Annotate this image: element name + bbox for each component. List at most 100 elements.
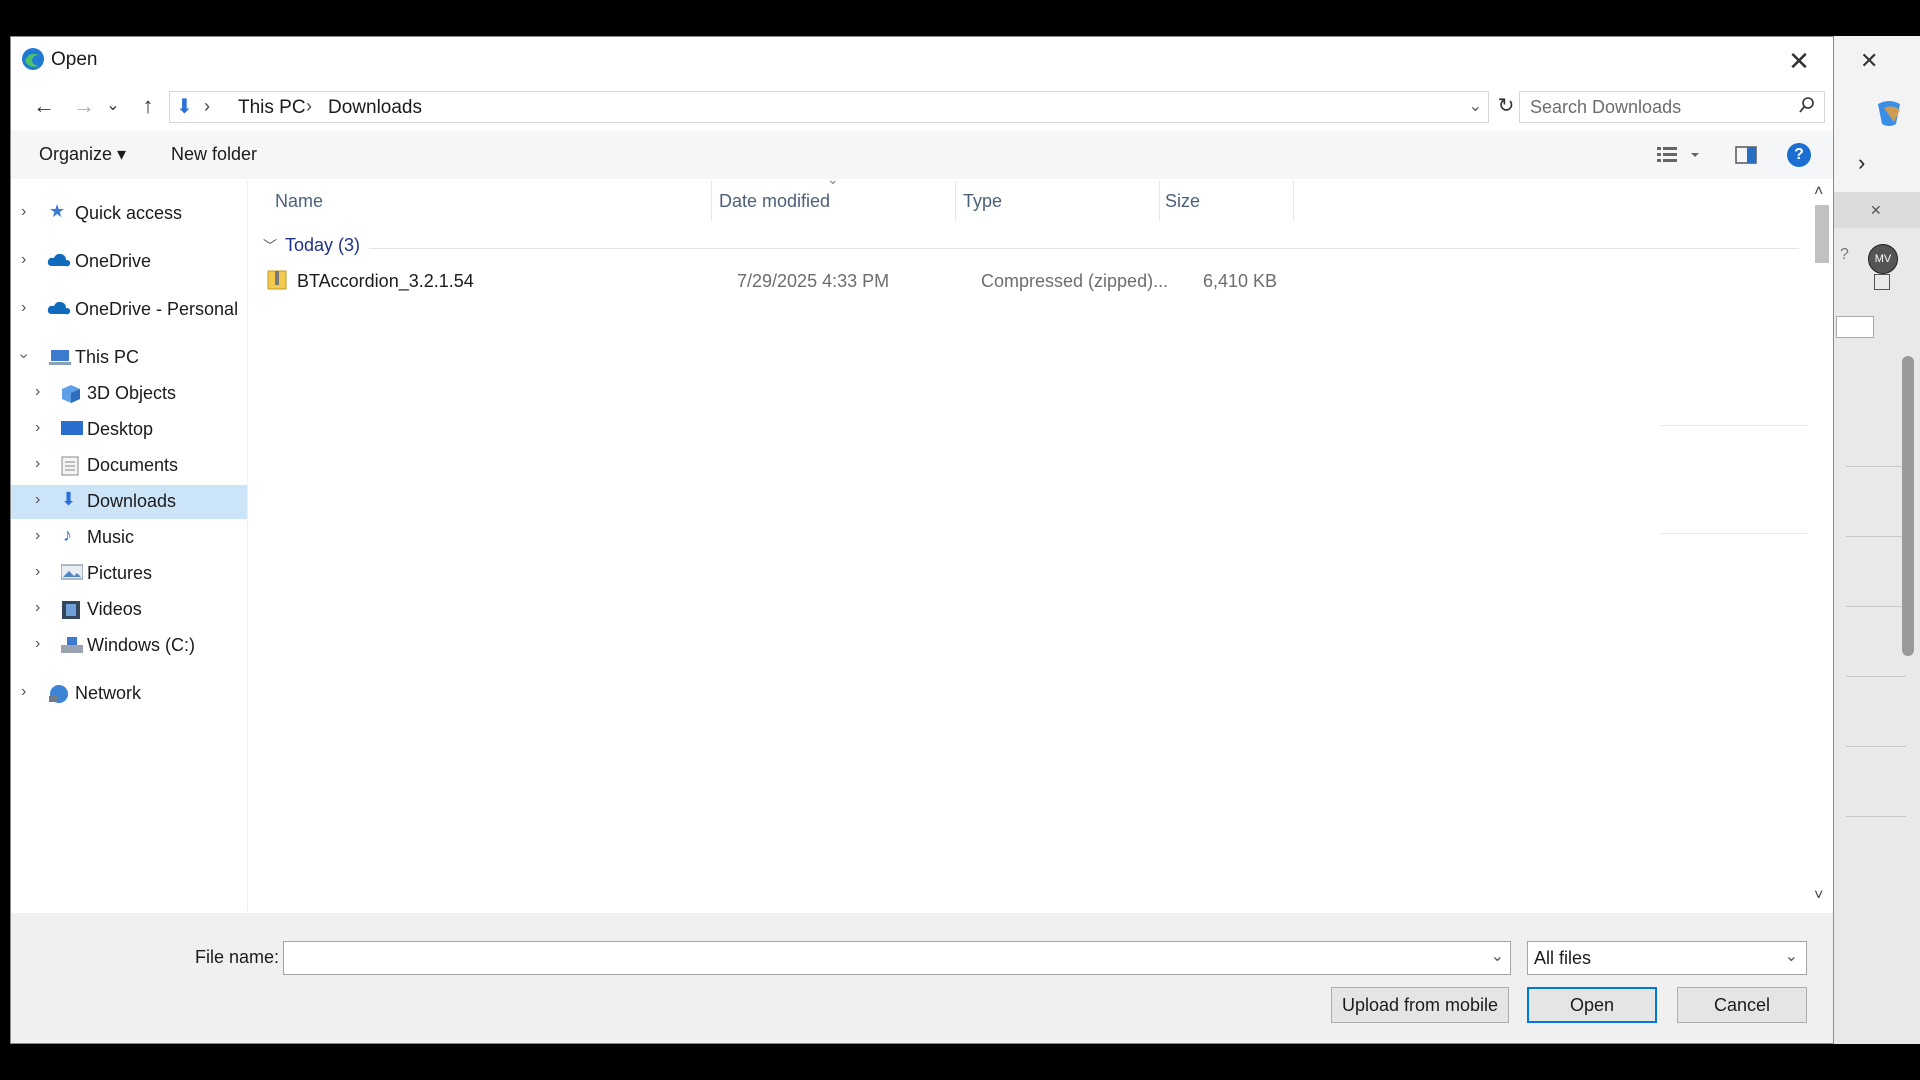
- search-box[interactable]: Search Downloads: [1519, 91, 1825, 123]
- bg-panel-close-icon[interactable]: ✕: [1870, 202, 1882, 219]
- file-name[interactable]: BTAccordion_3.2.1.54: [297, 271, 474, 292]
- sidebar-item-3d-objects[interactable]: › 3D Objects: [11, 377, 247, 411]
- sidebar-item-videos[interactable]: › Videos: [11, 593, 247, 627]
- column-divider[interactable]: [711, 181, 712, 221]
- computer-icon: [49, 348, 71, 366]
- bg-scrollbar[interactable]: [1902, 356, 1914, 656]
- forward-button[interactable]: →: [67, 91, 101, 121]
- chevron-down-icon[interactable]: ⌄: [1469, 96, 1482, 116]
- file-type-filter[interactable]: All files ⌄: [1527, 941, 1807, 975]
- cancel-button[interactable]: Cancel: [1677, 987, 1807, 1023]
- command-bar: Organize ▾ New folder ?: [11, 131, 1833, 179]
- video-icon: [61, 600, 81, 619]
- bg-search-box[interactable]: [1836, 316, 1874, 338]
- view-options-icon[interactable]: [1657, 145, 1701, 170]
- group-header-today[interactable]: ﹀ Today (3): [263, 235, 360, 256]
- bg-divider: [1846, 466, 1906, 467]
- group-divider: [369, 248, 1799, 249]
- column-header-date-modified[interactable]: Date modified ⌄: [713, 171, 955, 221]
- sidebar-item-documents[interactable]: › Documents: [11, 449, 247, 483]
- chevron-right-icon[interactable]: ›: [21, 251, 26, 269]
- chevron-right-icon[interactable]: ›: [35, 383, 40, 401]
- divider: [1661, 425, 1807, 426]
- sidebar-item-pictures[interactable]: › Pictures: [11, 557, 247, 591]
- sidebar-item-quick-access[interactable]: › ★ Quick access: [11, 197, 247, 231]
- chevron-right-icon[interactable]: ›: [35, 599, 40, 617]
- sidebar-item-network[interactable]: › Network: [11, 677, 247, 711]
- bg-help-icon[interactable]: ?: [1840, 246, 1849, 264]
- vertical-scrollbar[interactable]: ˄ ˅: [1811, 181, 1833, 911]
- file-size: 6,410 KB: [1203, 271, 1278, 291]
- column-header-size[interactable]: Size: [1161, 181, 1293, 221]
- search-input[interactable]: Search Downloads: [1530, 97, 1681, 118]
- download-icon: ⬇: [61, 489, 77, 509]
- sidebar-item-onedrive-personal[interactable]: › OneDrive - Personal: [11, 293, 247, 327]
- chevron-right-icon[interactable]: ›: [35, 419, 40, 437]
- chevron-right-icon[interactable]: ›: [306, 96, 312, 117]
- column-divider[interactable]: [955, 181, 956, 221]
- navigation-row: ← → ⌄ ↑ ⬇ › This PC › Downloads ⌄ ↻ Sear…: [11, 87, 1833, 127]
- scroll-thumb[interactable]: [1815, 205, 1829, 263]
- star-icon: ★: [49, 201, 66, 221]
- chevron-down-icon[interactable]: ﹀: [263, 238, 277, 254]
- chevron-right-icon[interactable]: ›: [35, 563, 40, 581]
- close-icon[interactable]: ✕: [1777, 43, 1821, 79]
- column-header-name[interactable]: Name: [249, 181, 709, 221]
- chevron-right-icon[interactable]: ›: [35, 455, 40, 473]
- bottom-panel: File name: ⌄ All files ⌄ Upload from mob…: [11, 913, 1833, 1043]
- sidebar-item-label: Network: [75, 683, 142, 703]
- organize-button[interactable]: Organize ▾: [39, 144, 126, 165]
- column-divider[interactable]: [1293, 181, 1294, 221]
- column-divider[interactable]: [1159, 181, 1160, 221]
- bg-expand-icon[interactable]: [1874, 274, 1890, 290]
- upload-from-mobile-button[interactable]: Upload from mobile: [1331, 987, 1509, 1023]
- chevron-right-icon[interactable]: ›: [35, 527, 40, 545]
- open-button[interactable]: Open: [1527, 987, 1657, 1023]
- sidebar-item-onedrive[interactable]: › OneDrive: [11, 245, 247, 279]
- sidebar-item-desktop[interactable]: › Desktop: [11, 413, 247, 447]
- sidebar-item-this-pc[interactable]: › This PC: [11, 341, 247, 375]
- file-name-field[interactable]: ⌄: [283, 941, 1511, 975]
- file-type-filter-value[interactable]: All files: [1534, 948, 1591, 969]
- address-bar[interactable]: ⬇ › This PC › Downloads ⌄: [169, 91, 1489, 123]
- sidebar-item-downloads[interactable]: › ⬇ Downloads: [11, 485, 247, 519]
- back-button[interactable]: ←: [27, 91, 61, 121]
- preview-pane-icon[interactable]: [1735, 145, 1757, 170]
- sidebar-item-label: 3D Objects: [87, 383, 177, 403]
- chevron-right-icon[interactable]: ›: [35, 491, 40, 509]
- chevron-right-icon[interactable]: ›: [21, 683, 26, 701]
- file-type: Compressed (zipped)...: [981, 271, 1169, 291]
- sidebar-item-label: This PC: [75, 347, 140, 367]
- chevron-right-icon[interactable]: ›: [21, 203, 26, 221]
- up-button[interactable]: ↑: [131, 91, 165, 121]
- chevron-right-icon[interactable]: ›: [204, 96, 210, 117]
- bg-close-icon[interactable]: ✕: [1860, 48, 1878, 74]
- bg-divider: [1846, 746, 1906, 747]
- column-header-type[interactable]: Type: [957, 181, 1159, 221]
- chevron-down-icon[interactable]: ⌄: [1785, 946, 1798, 966]
- sidebar-item-music[interactable]: › ♪ Music: [11, 521, 247, 555]
- sidebar-item-windows-c[interactable]: › Windows (C:): [11, 629, 247, 663]
- scroll-up-icon[interactable]: ˄: [1814, 183, 1823, 201]
- recent-locations-button[interactable]: ⌄: [103, 91, 123, 121]
- chevron-right-icon[interactable]: ›: [35, 635, 40, 653]
- copilot-icon[interactable]: [1872, 96, 1906, 130]
- zip-folder-icon: [267, 269, 287, 296]
- chevron-right-icon[interactable]: ›: [21, 299, 26, 317]
- refresh-button[interactable]: ↻: [1489, 91, 1523, 121]
- scroll-down-icon[interactable]: ˅: [1814, 887, 1823, 905]
- network-icon: [47, 684, 68, 703]
- chevron-down-icon[interactable]: ⌄: [1491, 946, 1504, 966]
- new-folder-button[interactable]: New folder: [171, 144, 257, 165]
- table-row[interactable]: BTAccordion_3.2.1.54 7/29/2025 4:33 PM C…: [263, 263, 1283, 299]
- sort-indicator-icon: ⌄: [827, 171, 839, 187]
- desktop-icon: [61, 420, 83, 438]
- chevron-down-icon[interactable]: ›: [15, 353, 33, 358]
- breadcrumb-this-pc[interactable]: This PC: [238, 97, 306, 119]
- avatar[interactable]: MV: [1868, 244, 1898, 274]
- help-icon[interactable]: ?: [1787, 143, 1811, 167]
- background-app: ✕ › ✕ MV ?: [1834, 36, 1920, 1044]
- chevron-right-icon[interactable]: ›: [1858, 150, 1865, 176]
- breadcrumb-downloads[interactable]: Downloads: [328, 97, 422, 119]
- search-icon[interactable]: [1798, 96, 1816, 119]
